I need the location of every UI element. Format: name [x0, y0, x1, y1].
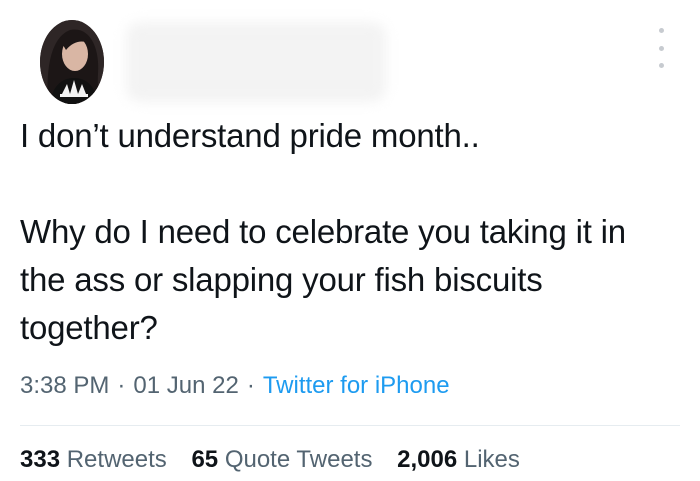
avatar[interactable] [40, 20, 104, 104]
tweet-stats: 333 Retweets 65 Quote Tweets 2,006 Likes [20, 444, 538, 476]
likes-label: Likes [463, 446, 520, 473]
quote-tweets-stat[interactable]: 65 Quote Tweets [191, 446, 372, 473]
quote-tweets-count: 65 [191, 446, 219, 473]
tweet-card: I don’t understand pride month.. Why do … [0, 0, 700, 481]
tweet-meta: 3:38 PM · 01 Jun 22 · Twitter for iPhone [20, 370, 450, 402]
retweets-label: Retweets [66, 446, 167, 473]
more-dot [658, 28, 664, 33]
tweet-time[interactable]: 3:38 PM [20, 372, 109, 399]
retweets-stat[interactable]: 333 Retweets [20, 446, 167, 473]
more-dot [658, 45, 664, 51]
more-options-icon[interactable] [654, 28, 668, 68]
meta-separator: · [117, 372, 126, 399]
tweet-date[interactable]: 01 Jun 22 [133, 372, 238, 399]
tweet-source-link[interactable]: Twitter for iPhone [263, 372, 450, 399]
redacted-name-area [126, 22, 386, 102]
avatar-image [40, 20, 104, 104]
tweet-text: I don’t understand pride month.. Why do … [20, 112, 680, 352]
quote-tweets-label: Quote Tweets [224, 446, 373, 473]
meta-separator: · [246, 372, 255, 399]
more-dot [658, 63, 664, 68]
tweet-text-line-2: Why do I need to celebrate you taking it… [20, 213, 626, 346]
likes-count: 2,006 [397, 446, 458, 473]
tweet-text-line-1: I don’t understand pride month.. [20, 117, 480, 154]
likes-stat[interactable]: 2,006 Likes [397, 446, 520, 473]
retweets-count: 333 [20, 446, 61, 473]
divider [20, 425, 680, 426]
